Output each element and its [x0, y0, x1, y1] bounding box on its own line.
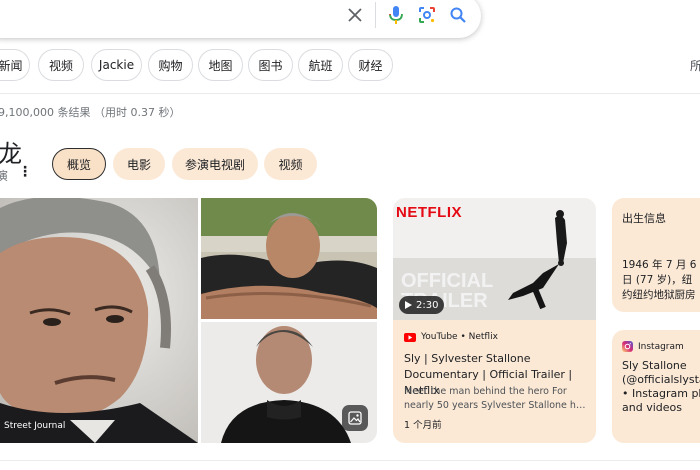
filter-chip-jackie[interactable]: Jackie	[91, 49, 142, 81]
instagram-card[interactable]: Instagram Sly Stallone (@officialslystal…	[612, 330, 700, 443]
section-divider	[0, 460, 700, 461]
results-stats: 9,100,000 条结果 （用时 0.37 秒）	[0, 106, 181, 119]
filter-chip-finance[interactable]: 财经	[348, 49, 393, 81]
tab-overview[interactable]: 概览	[52, 148, 106, 180]
video-duration-badge: 2:30	[399, 296, 445, 314]
close-icon[interactable]	[344, 4, 366, 26]
tab-movies[interactable]: 电影	[113, 148, 165, 180]
tab-tv-shows[interactable]: 参演电视剧	[172, 148, 258, 180]
instagram-line4: and videos	[622, 401, 682, 414]
video-description: Meet the man behind the hero For nearly …	[404, 386, 587, 411]
tab-videos[interactable]: 视频	[264, 148, 317, 180]
filter-chip-maps[interactable]: 地图	[198, 49, 243, 81]
birth-info-line1: 1946 年 7 月 6	[622, 259, 697, 271]
filter-chip-video[interactable]: 视频	[38, 49, 84, 81]
instagram-icon	[622, 341, 633, 352]
image-search-icon[interactable]	[342, 405, 368, 431]
header-divider	[0, 93, 700, 94]
mic-icon[interactable]	[385, 4, 407, 26]
instagram-source: Instagram	[622, 341, 684, 352]
thumbnail-text-line1: OFFICIAL	[401, 270, 494, 292]
birth-info-line3: 约纽约地狱厨房	[622, 289, 696, 301]
more-options-icon[interactable]: ⋮	[18, 164, 32, 180]
more-filters-label[interactable]: 所	[690, 57, 700, 74]
video-age: 1 个月前	[404, 420, 442, 431]
video-thumbnail[interactable]: NETFLIX OFFICIAL TRAILER 2:30	[393, 198, 596, 320]
youtube-icon	[404, 332, 416, 342]
instagram-line3: • Instagram pho	[622, 387, 700, 400]
instagram-line2: (@officialslystall	[622, 373, 700, 386]
search-divider	[375, 2, 376, 28]
entity-photo-bottom[interactable]	[201, 322, 377, 443]
search-box[interactable]	[0, 0, 481, 38]
video-source-label: YouTube • Netflix	[421, 332, 498, 342]
entity-photo-top[interactable]	[201, 198, 377, 319]
filter-chip-books[interactable]: 图书	[248, 49, 293, 81]
image-caption: Street Journal	[4, 421, 66, 431]
play-icon	[405, 301, 412, 309]
birth-info-label: 出生信息	[622, 212, 666, 225]
birth-info-card[interactable]: 出生信息 1946 年 7 月 6 日 (77 岁)，纽 约纽约地狱厨房	[612, 198, 700, 312]
birth-info-line2: 日 (77 岁)，纽	[622, 274, 693, 286]
video-result-card[interactable]: NETFLIX OFFICIAL TRAILER 2:30 YouTube • …	[393, 198, 596, 443]
camera-lens-icon[interactable]	[416, 4, 438, 26]
instagram-title: Sly Stallone (@officialslystall • Instag…	[622, 359, 700, 415]
birth-info-value: 1946 年 7 月 6 日 (77 岁)，纽 约纽约地狱厨房	[622, 258, 700, 303]
netflix-logo: NETFLIX	[396, 204, 462, 221]
entity-photo-main[interactable]: Street Journal	[0, 198, 198, 443]
filter-chip-news[interactable]: 新闻	[0, 49, 30, 81]
video-source: YouTube • Netflix	[404, 332, 498, 342]
search-icon[interactable]	[447, 4, 469, 26]
filter-chip-shopping[interactable]: 购物	[148, 49, 193, 81]
instagram-source-label: Instagram	[638, 341, 684, 352]
instagram-line1: Sly Stallone	[622, 359, 687, 372]
filter-chip-flights[interactable]: 航班	[298, 49, 343, 81]
entity-subtitle: 演	[0, 169, 9, 183]
video-duration: 2:30	[416, 299, 439, 311]
